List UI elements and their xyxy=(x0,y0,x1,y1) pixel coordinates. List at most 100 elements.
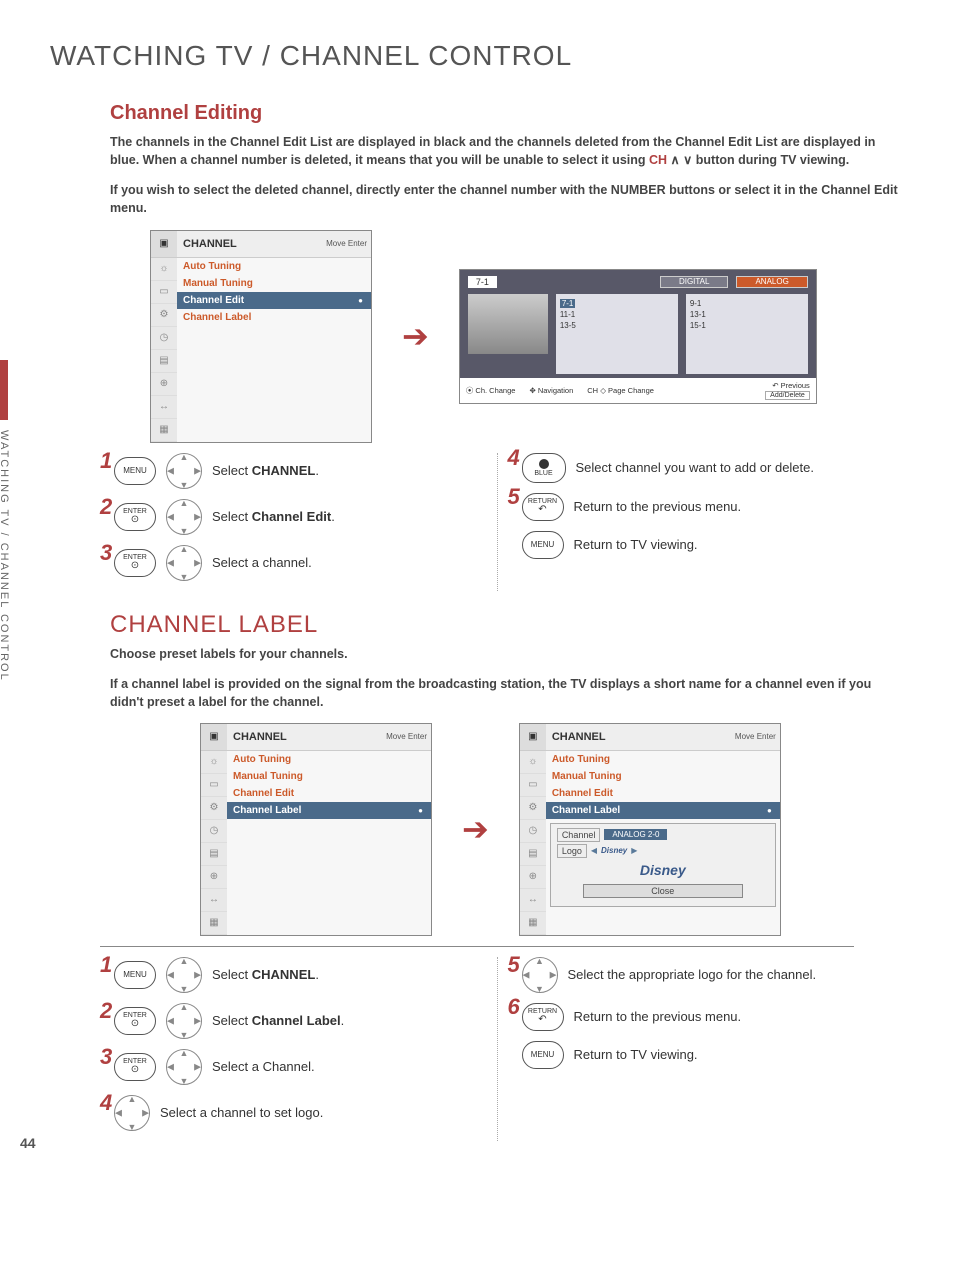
side-tab-text: WATCHING TV / CHANNEL CONTROL xyxy=(0,430,10,682)
osd-item[interactable]: Manual Tuning xyxy=(177,275,371,292)
step-row: 1MENU▲▼◀▶Select CHANNEL. xyxy=(100,957,487,993)
picture-icon: ▣ xyxy=(151,231,177,257)
osd-item[interactable]: Channel Label xyxy=(177,309,371,326)
osd-item[interactable]: Auto Tuning xyxy=(177,258,371,275)
step-description: Select CHANNEL. xyxy=(212,967,319,982)
label-detail-channel: Channel ANALOG 2-0 xyxy=(557,828,769,842)
channel-edit-hints: ⦿ Ch. Change ✥ Navigation CH ◇ Page Chan… xyxy=(460,378,816,403)
osd-item[interactable]: Channel Label xyxy=(546,802,780,819)
osd-item[interactable]: Manual Tuning xyxy=(546,768,780,785)
analog-channel-column: 9-113-115-1 xyxy=(686,294,808,374)
clock-icon: ◷ xyxy=(201,820,227,843)
channel-label-intro-2: If a channel label is provided on the si… xyxy=(110,675,904,711)
channel-label-heading: CHANNEL LABEL xyxy=(110,611,904,639)
dpad-icon: ▲▼◀▶ xyxy=(166,957,202,993)
osd-channel-menu: ▣ CHANNEL Move Enter ☼ ▭ ⚙ ◷ ▤ ⊕ ↔ ▦ Aut… xyxy=(150,230,372,443)
channel-label-intro-1: Choose preset labels for your channels. xyxy=(110,645,904,663)
step-number: 1 xyxy=(100,448,112,474)
osd-hints: Move Enter xyxy=(386,732,431,741)
osd-item[interactable]: Channel Edit xyxy=(546,785,780,802)
display-icon: ▤ xyxy=(201,843,227,866)
input-icon: ↔ xyxy=(151,396,177,419)
enter-button-icon: ENTER⊙ xyxy=(114,549,156,577)
logo-preview: Disney xyxy=(553,862,773,878)
channel-entry[interactable]: 15-1 xyxy=(690,320,804,331)
channel-editing-screens: ▣ CHANNEL Move Enter ☼ ▭ ⚙ ◷ ▤ ⊕ ↔ ▦ Aut… xyxy=(150,230,904,443)
step-row: 2ENTER⊙▲▼◀▶Select Channel Edit. xyxy=(100,499,487,535)
osd-item-list: Auto TuningManual TuningChannel EditChan… xyxy=(546,751,780,819)
channel-entry[interactable]: 13-5 xyxy=(560,320,674,331)
hint-previous: Previous xyxy=(781,381,810,390)
lock-icon: ⊕ xyxy=(520,866,546,889)
label-detail-logo: Logo ◀ Disney ▶ xyxy=(557,844,769,858)
input-icon: ↔ xyxy=(201,889,227,912)
hint-nav: Navigation xyxy=(538,386,573,395)
intro2a: If you wish to select the deleted channe… xyxy=(110,183,821,197)
intro2b: menu. xyxy=(110,201,147,215)
gear-icon: ⚙ xyxy=(520,797,546,820)
channel-label-steps: 1MENU▲▼◀▶Select CHANNEL.2ENTER⊙▲▼◀▶Selec… xyxy=(100,957,904,1141)
osd-tab-column: ☼ ▭ ⚙ ◷ ▤ ⊕ ↔ ▦ xyxy=(520,751,546,935)
step-number: 1 xyxy=(100,952,112,978)
dpad-icon: ▲▼◀▶ xyxy=(522,957,558,993)
triangle-right-icon[interactable]: ▶ xyxy=(631,846,637,855)
channel-entry[interactable]: 11-1 xyxy=(560,309,674,320)
channel-entry[interactable]: 7-1 xyxy=(560,298,674,309)
channel-entry[interactable]: 9-1 xyxy=(690,298,804,309)
channel-entry[interactable]: 13-1 xyxy=(690,309,804,320)
step-row: 2ENTER⊙▲▼◀▶Select Channel Label. xyxy=(100,1003,487,1039)
picture-icon: ▣ xyxy=(201,724,227,750)
ch-key: CH xyxy=(649,153,667,167)
step-number: 5 xyxy=(508,484,520,510)
lock-icon: ⊕ xyxy=(201,866,227,889)
osd-label-menu-after: ▣ CHANNEL Move Enter ☼ ▭ ⚙ ◷ ▤ ⊕ ↔ ▦ Aut… xyxy=(519,723,781,936)
close-button[interactable]: Close xyxy=(583,884,743,898)
step-row: 4BLUESelect channel you want to add or d… xyxy=(508,453,895,483)
info-icon: ▦ xyxy=(201,912,227,935)
enter-button-icon: ENTER⊙ xyxy=(114,1007,156,1035)
osd-item[interactable]: Channel Edit xyxy=(227,785,431,802)
step-description: Select CHANNEL. xyxy=(212,463,319,478)
osd-item[interactable]: Channel Edit xyxy=(177,292,371,309)
osd-item[interactable]: Channel Label xyxy=(227,802,431,819)
channel-value: ANALOG 2-0 xyxy=(604,829,667,840)
display-icon: ▤ xyxy=(151,350,177,373)
sun-icon: ☼ xyxy=(520,751,546,774)
input-icon: ↔ xyxy=(520,889,546,912)
return-button-icon: RETURN↶ xyxy=(522,1003,564,1031)
step-row: 4▲▼◀▶Select a channel to set logo. xyxy=(100,1095,487,1131)
osd-item[interactable]: Manual Tuning xyxy=(227,768,431,785)
osd-tab-column: ☼ ▭ ⚙ ◷ ▤ ⊕ ↔ ▦ xyxy=(151,258,177,442)
step-row: 3ENTER⊙▲▼◀▶Select a Channel. xyxy=(100,1049,487,1085)
step-description: Select a channel to set logo. xyxy=(160,1105,323,1120)
step-number: 4 xyxy=(508,445,520,471)
step-description: Return to the previous menu. xyxy=(574,499,742,514)
step-row: MENUReturn to TV viewing. xyxy=(508,531,895,559)
steps-left: 1MENU▲▼◀▶Select CHANNEL.2ENTER⊙▲▼◀▶Selec… xyxy=(100,957,498,1141)
step-number: 2 xyxy=(100,998,112,1024)
enter-button-icon: ENTER⊙ xyxy=(114,1053,156,1081)
dpad-icon: ▲▼◀▶ xyxy=(166,1003,202,1039)
hint-page-change: Page Change xyxy=(608,386,654,395)
tab-digital[interactable]: DIGITAL xyxy=(660,276,729,288)
dpad-icon: ▲▼◀▶ xyxy=(166,453,202,489)
step-description: Select a channel. xyxy=(212,555,312,570)
speaker-icon: ▭ xyxy=(151,281,177,304)
logo-key: Logo xyxy=(557,844,587,858)
channel-editing-steps: 1MENU▲▼◀▶Select CHANNEL.2ENTER⊙▲▼◀▶Selec… xyxy=(100,453,904,591)
triangle-left-icon[interactable]: ◀ xyxy=(591,846,597,855)
osd-label-menu-before: ▣ CHANNEL Move Enter ☼ ▭ ⚙ ◷ ▤ ⊕ ↔ ▦ Aut… xyxy=(200,723,432,936)
osd-item[interactable]: Auto Tuning xyxy=(227,751,431,768)
step-description: Select Channel Edit. xyxy=(212,509,335,524)
hint-add-delete: Add/Delete xyxy=(770,392,805,399)
tab-analog[interactable]: ANALOG xyxy=(736,276,807,288)
step-number: 4 xyxy=(100,1090,112,1116)
channel-label-screens: ▣ CHANNEL Move Enter ☼ ▭ ⚙ ◷ ▤ ⊕ ↔ ▦ Aut… xyxy=(200,723,904,936)
osd-title: CHANNEL xyxy=(546,731,735,743)
menu-button-icon: MENU xyxy=(522,531,564,559)
channel-key: Channel xyxy=(557,828,601,842)
step-description: Return to the previous menu. xyxy=(574,1009,742,1024)
osd-item[interactable]: Auto Tuning xyxy=(546,751,780,768)
digital-channel-column: 7-111-113-5 xyxy=(556,294,678,374)
intro-text-1b: ∧ ∨ button during TV viewing. xyxy=(671,153,850,167)
